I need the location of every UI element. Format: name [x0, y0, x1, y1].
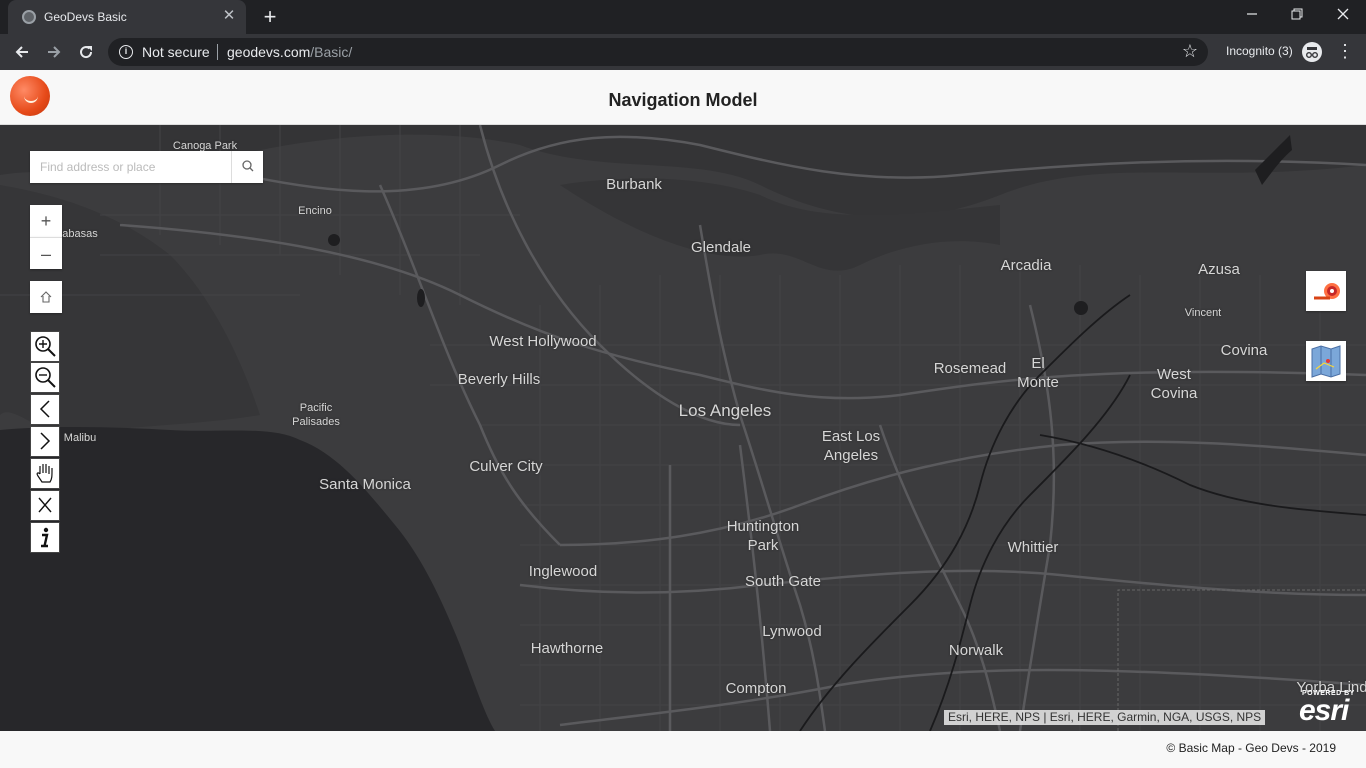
zoom-out-button[interactable]: –: [30, 237, 62, 269]
address-bar[interactable]: i Not secure geodevs.com/Basic/ ☆: [108, 38, 1208, 66]
location-pin-icon: [1314, 283, 1340, 300]
place-label: Arcadia: [1000, 257, 1052, 274]
browser-tab[interactable]: GeoDevs Basic ✕: [8, 0, 246, 34]
url-text[interactable]: geodevs.com/Basic/: [227, 44, 352, 60]
folded-map-icon: [1311, 345, 1341, 378]
minimize-button[interactable]: [1229, 0, 1275, 30]
place-label: El Monte: [1017, 355, 1059, 391]
divider: [217, 44, 218, 60]
clear-tool[interactable]: [30, 490, 60, 521]
place-label: Los Angeles: [678, 401, 772, 420]
search-widget: [30, 151, 263, 183]
esri-logo[interactable]: POWERED BY esri: [1298, 690, 1360, 727]
place-label: Malibu: [63, 432, 97, 444]
place-label: West Hollywood: [489, 333, 597, 350]
identify-tool[interactable]: [30, 522, 60, 553]
place-label: Vincent: [1184, 307, 1222, 319]
search-input[interactable]: [30, 151, 230, 183]
place-label: Huntington Park: [726, 518, 800, 554]
next-extent-tool[interactable]: [30, 426, 60, 457]
home-button[interactable]: [30, 281, 62, 313]
place-label: Santa Monica: [319, 476, 411, 493]
new-tab-button[interactable]: +: [258, 5, 282, 29]
close-window-button[interactable]: [1320, 0, 1366, 30]
place-label: abasas: [62, 228, 98, 240]
place-label: Glendale: [690, 239, 752, 256]
place-label: Beverly Hills: [457, 371, 541, 388]
previous-extent-tool[interactable]: [30, 394, 60, 425]
chevron-left-icon: [39, 400, 50, 418]
home-icon: [40, 291, 52, 303]
place-label: East Los Angeles: [821, 428, 881, 464]
arrow-right-icon: [48, 46, 61, 58]
reload-icon: [80, 46, 93, 59]
page-title: Navigation Model: [608, 90, 758, 110]
close-icon: [1337, 8, 1349, 20]
browser-toolbar: i Not secure geodevs.com/Basic/ ☆ Incogn…: [0, 34, 1366, 70]
place-label: Covina: [1220, 342, 1268, 359]
place-label: Encino: [298, 205, 332, 217]
menu-kebab-icon[interactable]: ⋮: [1336, 40, 1354, 62]
incognito-icon[interactable]: [1302, 42, 1322, 62]
zoom-in-tool[interactable]: [30, 331, 60, 362]
place-label: Inglewood: [528, 563, 598, 580]
arrow-left-icon: [15, 46, 28, 58]
place-label: Pacific Palisades: [292, 402, 340, 428]
esri-logo-text: esri: [1299, 694, 1349, 727]
minimize-icon: [1247, 13, 1257, 15]
place-label: Burbank: [606, 176, 662, 193]
chevron-right-icon: [40, 432, 51, 450]
zoom-in-button[interactable]: +: [30, 205, 62, 237]
place-label: Norwalk: [948, 642, 1004, 659]
place-label: Rosemead: [933, 360, 1007, 377]
restore-button[interactable]: [1274, 0, 1320, 30]
page-footer: © Basic Map - Geo Devs - 2019: [0, 731, 1366, 768]
map-view[interactable]: Canoga Park Burbank Encino abasas Glendale Ar…: [0, 125, 1366, 731]
security-label[interactable]: Not secure: [142, 44, 210, 60]
restore-icon: [1291, 8, 1303, 20]
map-attribution[interactable]: Esri, HERE, NPS | Esri, HERE, Garmin, NG…: [944, 710, 1266, 725]
info-icon[interactable]: i: [119, 45, 133, 59]
copyright-text: © Basic Map - Geo Devs - 2019: [1166, 741, 1336, 755]
browser-tab-bar: GeoDevs Basic ✕ +: [0, 0, 1366, 34]
reload-button[interactable]: [72, 38, 100, 66]
back-button[interactable]: [8, 38, 36, 66]
pan-tool[interactable]: [30, 458, 60, 489]
place-label: Whittier: [1007, 539, 1059, 556]
tab-title: GeoDevs Basic: [44, 10, 127, 24]
forward-button[interactable]: [40, 38, 68, 66]
info-icon: [41, 527, 49, 548]
search-icon: [242, 160, 254, 172]
locate-widget[interactable]: [1306, 271, 1346, 311]
search-button[interactable]: [231, 151, 263, 183]
url-path: /Basic/: [310, 44, 353, 60]
hand-icon: [36, 464, 53, 483]
place-label: Lynwood: [762, 623, 822, 640]
app-header: Navigation Model: [0, 70, 1366, 125]
place-label: Culver City: [469, 458, 543, 475]
basemap: [0, 125, 1366, 731]
incognito-glyph: [1305, 47, 1318, 58]
place-label: Compton: [725, 680, 787, 697]
place-label: Hawthorne: [530, 640, 604, 657]
bookmark-star-icon[interactable]: ☆: [1182, 41, 1198, 62]
close-tab-icon[interactable]: ✕: [220, 7, 238, 25]
place-label: Azusa: [1198, 261, 1240, 278]
magnifier-plus-icon: [35, 336, 56, 357]
zoom-out-tool[interactable]: [30, 362, 60, 393]
globe-icon: [22, 10, 36, 24]
close-icon: [38, 497, 52, 513]
url-host: geodevs.com: [227, 44, 311, 60]
basemap-gallery-widget[interactable]: [1306, 341, 1346, 381]
incognito-label: Incognito (3): [1226, 44, 1293, 58]
magnifier-minus-icon: [35, 367, 56, 388]
place-label: West Covina: [1150, 366, 1198, 402]
place-label: South Gate: [745, 573, 821, 590]
